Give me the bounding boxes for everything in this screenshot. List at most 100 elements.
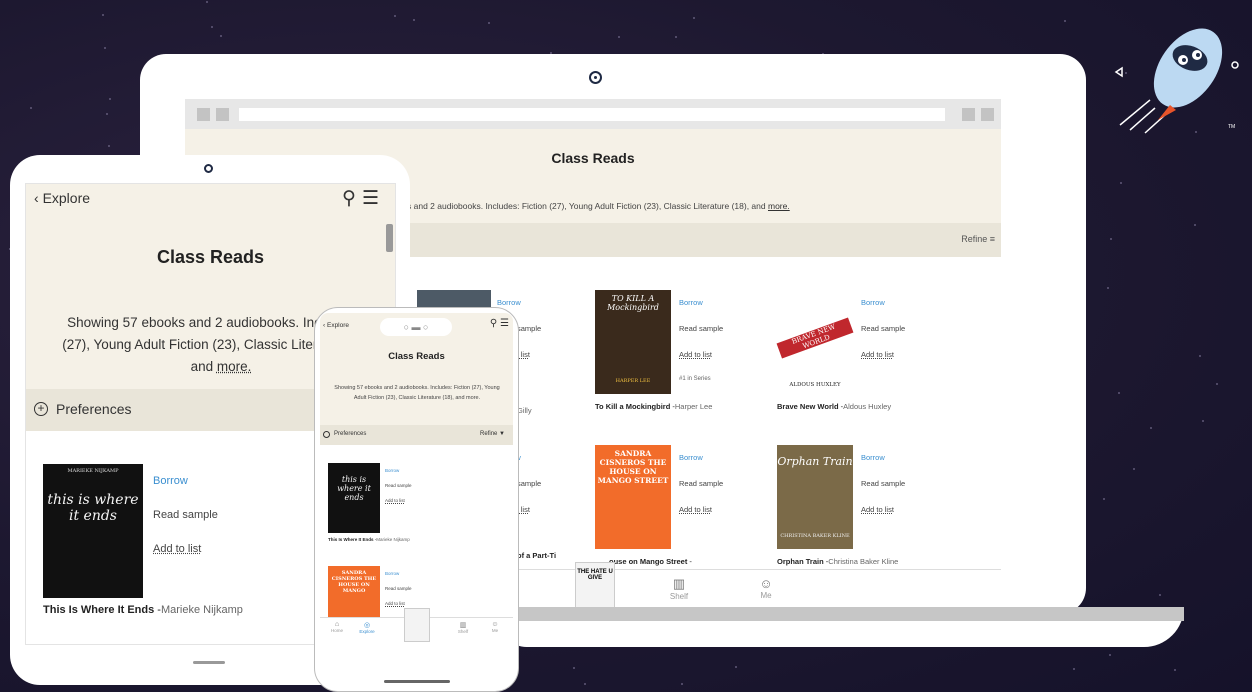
refine-button[interactable]: Refine ≡ [961, 234, 995, 244]
book-title[interactable]: To Kill a Mockingbird [595, 402, 670, 411]
menu-icon[interactable]: ☰ [362, 188, 385, 209]
cover-title: BRAVE NEW WORLD [776, 317, 854, 359]
nav-explore[interactable]: ◎ Explore [352, 621, 382, 634]
webcam-icon [204, 164, 213, 173]
now-reading-cover[interactable]: THE HATE U GIVE [575, 562, 615, 610]
more-link[interactable]: more. [768, 201, 790, 211]
book-title[interactable]: This Is Where It Ends [328, 537, 374, 542]
phone-screen: ‹ Explore ○ ▬ ○ ⚲ ☰ Class Reads Showing … [320, 313, 513, 643]
cover-title: this is where it ends [47, 492, 139, 524]
nav-me[interactable]: ☺ Me [746, 576, 786, 600]
nav-shelf[interactable]: ▥ Shelf [659, 576, 699, 601]
browser-button[interactable] [216, 108, 229, 121]
read-sample-button[interactable]: Read sample [153, 498, 218, 532]
shelf-icon: ▥ [459, 622, 467, 629]
nav-home[interactable]: ⌂ Home [322, 621, 352, 633]
book-title[interactable]: Brave New World [777, 402, 839, 411]
star [1117, 392, 1120, 395]
laptop-hinge [500, 607, 1184, 621]
book-title[interactable]: of a Part-Ti [517, 551, 556, 560]
preferences-toggle[interactable]: Preferences Refine ▼ [320, 425, 513, 445]
home-icon: ⌂ [334, 621, 340, 628]
book-cover[interactable]: MARIEKE NIJKAMP this is where it ends [43, 464, 143, 598]
add-to-list-button[interactable]: Add to list [861, 497, 905, 523]
back-button[interactable]: ‹ Explore [34, 190, 90, 206]
refine-button[interactable]: Refine ▼ [480, 431, 505, 437]
borrow-button[interactable]: Borrow [385, 566, 412, 581]
star [103, 47, 106, 50]
more-link[interactable]: more. [217, 359, 252, 374]
star [1107, 286, 1110, 289]
search-icon[interactable]: ⚲ [342, 188, 362, 209]
borrow-button[interactable]: Borrow [679, 290, 723, 316]
star [693, 16, 696, 19]
add-to-list-button[interactable]: Add to list [679, 497, 723, 523]
home-indicator [193, 661, 225, 664]
borrow-button[interactable]: Borrow [153, 464, 218, 498]
star [1133, 467, 1135, 470]
nav-me[interactable]: ☺ Me [480, 621, 510, 633]
browser-button[interactable] [981, 108, 994, 121]
read-sample-button[interactable]: Read sample [385, 478, 412, 493]
star [210, 25, 213, 28]
add-to-list-button[interactable]: Add to list [385, 493, 412, 508]
book-cover[interactable]: Orphan Train CHRISTINA BAKER KLINE [777, 445, 853, 549]
borrow-button[interactable]: Borrow [861, 290, 905, 316]
book-author: Marieke Nijkamp [160, 604, 243, 616]
star [1110, 237, 1113, 240]
read-sample-button[interactable]: Read sample [385, 581, 412, 596]
book-cover[interactable]: TO KILL A Mockingbird HARPER LEE [595, 290, 671, 394]
star [1158, 593, 1161, 596]
cover-author: MARIEKE NIJKAMP [67, 468, 119, 474]
book-title[interactable]: ouse on Mango Street [609, 557, 687, 566]
borrow-button[interactable]: Borrow [861, 445, 905, 471]
cover-title: SANDRA CISNEROS THE HOUSE ON MANGO STREE… [597, 449, 669, 485]
phone-device: ‹ Explore ○ ▬ ○ ⚲ ☰ Class Reads Showing … [314, 307, 519, 692]
book-author: Christina Baker Kline [828, 557, 899, 566]
scrollbar[interactable] [386, 224, 393, 252]
now-reading-cover[interactable] [404, 608, 430, 642]
book-author: Marieke Nijkamp [376, 537, 410, 542]
book-cover[interactable]: SANDRA CISNEROS THE HOUSE ON MANGO STREE… [595, 445, 671, 549]
star [393, 14, 396, 17]
profile-icon: ☺ [759, 576, 773, 591]
star [1173, 669, 1176, 672]
menu-icon[interactable]: ☰ [500, 318, 509, 329]
cover-title: this is where it ends [337, 475, 371, 502]
book-title[interactable]: Orphan Train [777, 557, 824, 566]
star [1063, 19, 1066, 22]
book-cover[interactable]: BRAVE NEW WORLD ALDOUS HUXLEY [776, 290, 854, 394]
star [487, 22, 490, 25]
back-button[interactable]: ‹ Explore [323, 322, 349, 329]
browser-button[interactable] [962, 108, 975, 121]
read-sample-button[interactable]: Read sample [861, 471, 905, 497]
laptop-base [500, 607, 1184, 647]
rocket-mascot-icon: TM [1114, 28, 1239, 134]
book-cover[interactable]: this is where it ends [328, 463, 380, 533]
star [220, 34, 223, 37]
star [108, 97, 111, 100]
add-to-list-button[interactable]: Add to list [153, 532, 218, 566]
read-sample-button[interactable]: Read sample [679, 471, 723, 497]
book-author: Harper Lee [674, 402, 713, 411]
series-label: #1 in Series [679, 376, 711, 382]
plus-icon: + [34, 402, 48, 416]
star [675, 36, 678, 39]
star [1072, 668, 1075, 671]
star [413, 18, 416, 21]
read-sample-button[interactable]: Read sample [861, 316, 905, 342]
add-to-list-button[interactable]: Add to list [679, 342, 723, 368]
star [1120, 182, 1123, 185]
nav-shelf[interactable]: ▥ Shelf [448, 621, 478, 634]
browser-button[interactable] [197, 108, 210, 121]
read-sample-button[interactable]: Read sample [679, 316, 723, 342]
star [1108, 654, 1111, 657]
page-title: Class Reads [388, 351, 445, 362]
search-icon[interactable]: ⚲ [490, 318, 497, 329]
url-bar[interactable] [239, 108, 945, 121]
book-title[interactable]: This Is Where It Ends [43, 604, 154, 616]
borrow-button[interactable]: Borrow [679, 445, 723, 471]
add-to-list-button[interactable]: Add to list [861, 342, 905, 368]
phone-notch: ○ ▬ ○ [380, 318, 452, 336]
borrow-button[interactable]: Borrow [385, 463, 412, 478]
